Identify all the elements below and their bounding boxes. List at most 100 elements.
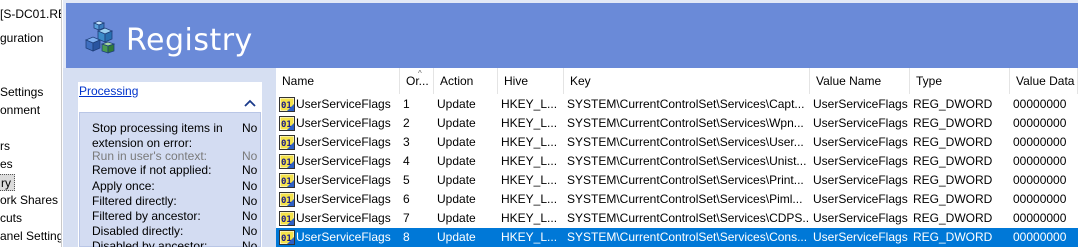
table-row[interactable]: 01 UserServiceFlags 1 Update HKEY_L... SYSTEM… — [276, 95, 1078, 114]
table-cell: 8 — [403, 230, 410, 244]
table-row[interactable]: 01 UserServiceFlags 8 Update HKEY_L... SYSTEM… — [276, 228, 1078, 247]
property-label: Run in user's context: — [92, 149, 208, 163]
property-label: Apply once: — [92, 179, 155, 193]
name-cell: 01 UserServiceFlags — [276, 152, 400, 171]
property-value: No — [242, 239, 258, 247]
property-label: Filtered directly: — [92, 194, 177, 208]
tree-item[interactable]: cuts — [0, 210, 22, 227]
name-cell: 01 UserServiceFlags — [276, 190, 400, 209]
registry-value-icon: 01 — [279, 192, 295, 207]
registry-value-icon: 01 — [279, 230, 295, 245]
name-cell: 01 UserServiceFlags — [276, 114, 400, 133]
column-header[interactable]: Value Data — [1010, 68, 1078, 94]
column-header[interactable]: Hive — [498, 68, 564, 94]
registry-value-icon: 01 — [279, 211, 295, 226]
name-cell: 01 UserServiceFlags — [276, 228, 400, 247]
table-cell: 00000000 — [1013, 230, 1067, 244]
registry-cubes-icon — [84, 20, 116, 54]
registry-value-icon: 01 — [279, 173, 295, 188]
processing-section-link[interactable]: Processing — [79, 84, 138, 98]
table-cell: SYSTEM\CurrentControlSet\Services\Print.… — [567, 173, 804, 187]
table-cell: 00000000 — [1013, 97, 1067, 111]
table-cell: Update — [437, 154, 476, 168]
tree-item[interactable]: anel Setting — [0, 228, 61, 245]
table-row[interactable]: 01 UserServiceFlags 7 Update HKEY_L... SYSTEM… — [276, 209, 1078, 228]
cell-name: UserServiceFlags — [296, 154, 391, 168]
table-cell: HKEY_L... — [501, 154, 558, 168]
table-cell: SYSTEM\CurrentControlSet\Services\Capt..… — [567, 97, 805, 111]
table-cell: REG_DWORD — [913, 116, 993, 130]
tree-item[interactable]: ry — [0, 174, 15, 191]
table-row[interactable]: 01 UserServiceFlags 4 Update HKEY_L... SYSTEM… — [276, 152, 1078, 171]
table-cell: Update — [437, 192, 476, 206]
table-cell: HKEY_L... — [501, 173, 558, 187]
table-cell: HKEY_L... — [501, 211, 558, 225]
table-cell: 00000000 — [1013, 173, 1067, 187]
tree-item[interactable]: onment — [0, 102, 40, 119]
tree-item[interactable]: es — [0, 156, 13, 173]
property-label: Filtered by ancestor: — [92, 209, 201, 223]
table-cell: UserServiceFlags — [813, 97, 908, 111]
cell-name: UserServiceFlags — [296, 135, 391, 149]
table-cell: UserServiceFlags — [813, 154, 908, 168]
table-cell: REG_DWORD — [913, 135, 993, 149]
registry-value-icon: 01 — [279, 116, 295, 131]
tree-item[interactable]: [S-DC01.RE — [0, 6, 61, 23]
column-header[interactable]: Name — [276, 68, 400, 94]
table-cell: UserServiceFlags — [813, 116, 908, 130]
table-cell: SYSTEM\CurrentControlSet\Services\Piml..… — [567, 192, 803, 206]
registry-value-icon: 01 — [279, 154, 295, 169]
name-cell: 01 UserServiceFlags — [276, 171, 400, 190]
tree-item[interactable]: rs — [0, 138, 10, 155]
table-cell: 00000000 — [1013, 154, 1067, 168]
column-header[interactable]: Value Name — [810, 68, 910, 94]
property-label: Stop processing items in extension on er… — [92, 121, 223, 150]
column-header[interactable]: Or... — [400, 68, 434, 94]
table-cell: 00000000 — [1013, 116, 1067, 130]
table-row[interactable]: 01 UserServiceFlags 3 Update HKEY_L... SYSTEM… — [276, 133, 1078, 152]
registry-items-table[interactable]: ^ Name Or... Action Hive Key Value Name Type Va… — [276, 68, 1078, 247]
table-row[interactable]: 01 UserServiceFlags 5 Update HKEY_L... SYSTEM… — [276, 171, 1078, 190]
console-tree[interactable]: [S-DC01.RE guration Settings onment rs es ry or… — [0, 0, 62, 247]
name-cell: 01 UserServiceFlags — [276, 209, 400, 228]
tree-item[interactable]: Settings — [0, 84, 43, 101]
table-cell: HKEY_L... — [501, 135, 558, 149]
column-header[interactable]: Type — [910, 68, 1010, 94]
registry-editor-pane: Registry Processing Stop processing item… — [63, 0, 1078, 247]
table-cell: UserServiceFlags — [813, 192, 908, 206]
table-cell: 5 — [403, 173, 410, 187]
table-cell: Update — [437, 135, 476, 149]
column-header[interactable]: Action — [434, 68, 498, 94]
table-cell: REG_DWORD — [913, 192, 993, 206]
table-cell: SYSTEM\CurrentControlSet\Services\User..… — [567, 135, 804, 149]
cell-name: UserServiceFlags — [296, 230, 391, 244]
registry-value-icon: 01 — [279, 97, 295, 112]
property-label: Disabled directly: — [92, 224, 184, 238]
table-cell: 00000000 — [1013, 211, 1067, 225]
table-cell: Update — [437, 116, 476, 130]
property-label: Disabled by ancestor: — [92, 239, 208, 247]
table-cell: UserServiceFlags — [813, 173, 908, 187]
table-cell: REG_DWORD — [913, 173, 993, 187]
tree-item[interactable]: guration — [0, 30, 43, 47]
chevron-up-icon[interactable] — [244, 98, 256, 108]
table-cell: 4 — [403, 154, 410, 168]
table-cell: 3 — [403, 135, 410, 149]
table-cell: SYSTEM\CurrentControlSet\Services\Wpn... — [567, 116, 804, 130]
table-cell: Update — [437, 97, 476, 111]
properties-panel: Processing Stop processing items in exte… — [78, 82, 262, 247]
cell-name: UserServiceFlags — [296, 192, 391, 206]
table-row[interactable]: 01 UserServiceFlags 2 Update HKEY_L... SYSTEM… — [276, 114, 1078, 133]
property-value: No — [242, 149, 258, 163]
property-value: No — [242, 209, 258, 223]
extension-header: Registry — [63, 0, 1078, 68]
tree-item[interactable]: ork Shares — [0, 192, 58, 209]
property-value: No — [242, 224, 258, 238]
column-header[interactable]: Key — [564, 68, 810, 94]
table-cell: 1 — [403, 97, 410, 111]
table-cell: UserServiceFlags — [813, 135, 908, 149]
table-cell: 7 — [403, 211, 410, 225]
table-row[interactable]: 01 UserServiceFlags 6 Update HKEY_L... SYSTEM… — [276, 190, 1078, 209]
table-cell: UserServiceFlags — [813, 230, 908, 244]
table-cell: REG_DWORD — [913, 97, 993, 111]
